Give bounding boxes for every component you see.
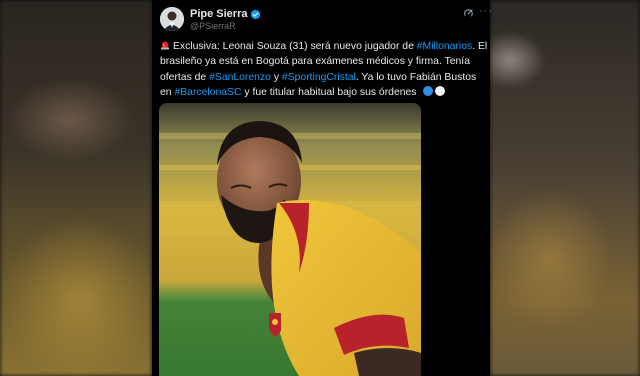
hashtag-barcelonasc[interactable]: #BarcelonaSC — [174, 87, 241, 98]
tweet-media-photo[interactable] — [159, 103, 421, 376]
white-circle-emoji-icon — [435, 86, 446, 97]
blurred-background-left — [0, 0, 152, 376]
more-options-icon[interactable]: ··· — [479, 5, 493, 17]
author-name-row[interactable]: Pipe Sierra — [190, 8, 261, 20]
blurred-background-right — [490, 0, 640, 376]
hashtag-millonarios[interactable]: #Millonarios — [417, 41, 472, 52]
grok-icon[interactable] — [463, 8, 474, 19]
siren-emoji-icon — [161, 41, 169, 50]
author-handle[interactable]: @PSierraR — [190, 21, 236, 31]
hashtag-sportingcristal[interactable]: #SportingCristal — [282, 72, 356, 83]
author-name[interactable]: Pipe Sierra — [190, 8, 247, 20]
verified-badge-icon — [251, 9, 261, 19]
tweet-text: Exclusiva: Leonai Souza (31) será nuevo … — [160, 41, 488, 99]
tweet-card: Pipe Sierra @PSierraR ··· Exclusiva: Leo… — [152, 0, 493, 376]
player-photo — [159, 103, 421, 376]
avatar[interactable] — [160, 7, 184, 31]
blue-circle-emoji-icon — [423, 86, 434, 97]
hashtag-sanlorenzo[interactable]: #SanLorenzo — [209, 72, 271, 83]
